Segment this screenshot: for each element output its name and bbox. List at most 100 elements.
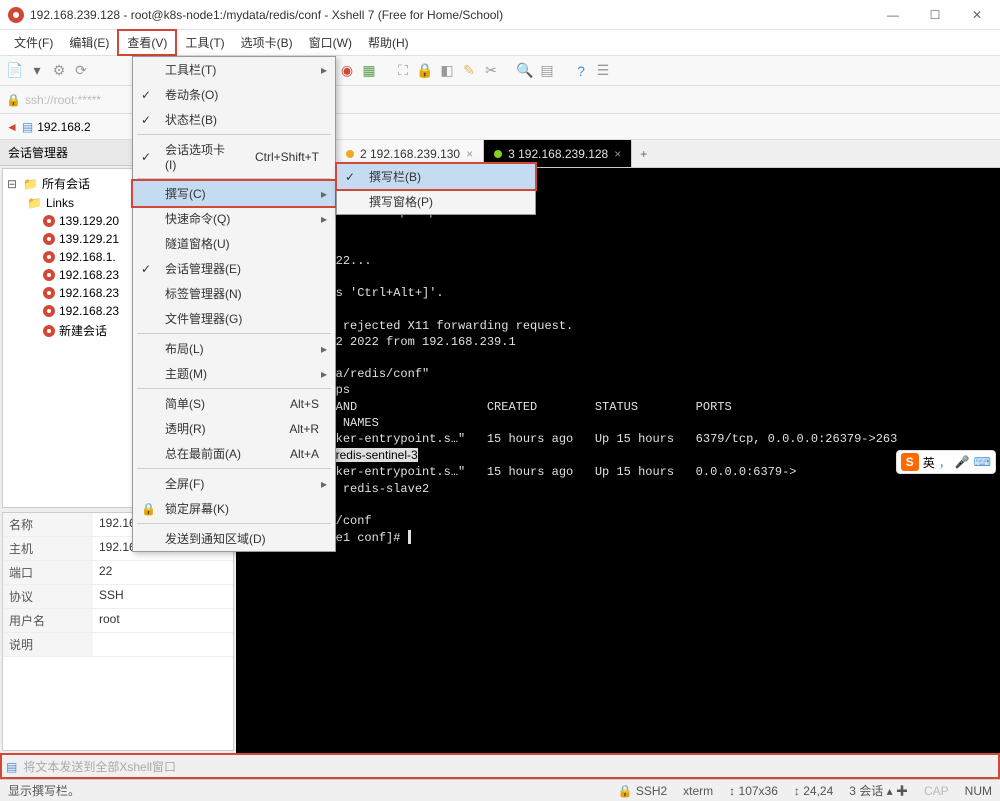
history-dropdown-icon[interactable]: ▤: [22, 120, 33, 134]
ime-keyboard-icon[interactable]: ⌨: [974, 455, 991, 469]
dropdown-label: 卷动条(O): [165, 86, 291, 103]
prop-label: 主机: [3, 537, 93, 560]
terminal-output[interactable]: ter, Inc. All rights reserved. arn how t…: [236, 168, 1000, 753]
dropdown-label: 会话选项卡(I): [165, 141, 227, 172]
menu-help[interactable]: 帮助(H): [360, 31, 417, 54]
ime-panel[interactable]: S 英 ， 🎤 ⌨: [896, 450, 996, 474]
dropdown-label: 会话管理器(E): [165, 260, 291, 277]
prop-value: SSH: [93, 585, 233, 608]
tab-label: 3 192.168.239.128: [508, 147, 608, 161]
help-icon[interactable]: ?: [572, 62, 590, 80]
menu-window[interactable]: 窗口(W): [301, 31, 360, 54]
status-num: NUM: [965, 784, 992, 798]
history-text[interactable]: 192.168.2: [37, 120, 90, 134]
tool-icon[interactable]: ⚙: [50, 62, 68, 80]
dropdown-item[interactable]: ✓ 状态栏(B): [133, 107, 335, 132]
dropdown-label: 锁定屏幕(K): [165, 500, 291, 517]
dropdown-label: 全屏(F): [165, 475, 285, 492]
tool-icon-5[interactable]: ⛶: [394, 62, 412, 80]
tool-icon-4[interactable]: ▦: [360, 62, 378, 80]
terminal-area: 2 192.168.239.130 × 3 192.168.239.128 × …: [236, 140, 1000, 753]
dropdown-item[interactable]: 快速命令(Q)▸: [133, 206, 335, 231]
status-left: 显示撰写栏。: [8, 782, 80, 799]
dropdown-item[interactable]: ✓会话管理器(E): [133, 256, 335, 281]
dropdown-label: 标签管理器(N): [165, 285, 291, 302]
addressbar-text[interactable]: ssh://root:*****: [25, 93, 101, 107]
prop-value: 22: [93, 561, 233, 584]
tree-root-label: 所有会话: [42, 175, 90, 192]
tool-icon-7[interactable]: ✎: [460, 62, 478, 80]
close-button[interactable]: ✕: [962, 5, 992, 25]
prop-row: 说明: [3, 633, 233, 657]
dropdown-item[interactable]: 发送到通知区域(D): [133, 526, 335, 551]
status-dot-icon: [494, 150, 502, 158]
dropdown-label: 状态栏(B): [165, 111, 291, 128]
tool-icon-6[interactable]: ◧: [438, 62, 456, 80]
history-back-icon[interactable]: ◄: [6, 120, 18, 134]
dropdown-label: 工具栏(T): [165, 61, 285, 78]
session-label: 192.168.23: [59, 268, 119, 282]
dropdown-item[interactable]: 标签管理器(N): [133, 281, 335, 306]
dropdown-item[interactable]: 透明(R)Alt+R: [133, 416, 335, 441]
dropdown-item[interactable]: 简单(S)Alt+S: [133, 391, 335, 416]
menu-tools[interactable]: 工具(T): [177, 31, 232, 54]
lock-icon[interactable]: 🔒: [416, 62, 434, 80]
session-icon: [43, 269, 55, 281]
session-label: 139.129.20: [59, 214, 119, 228]
menu-edit[interactable]: 编辑(E): [61, 31, 117, 54]
dropdown-item[interactable]: 总在最前面(A)Alt+A: [133, 441, 335, 466]
prop-label: 协议: [3, 585, 93, 608]
menubar: 文件(F) 编辑(E) 查看(V) 工具(T) 选项卡(B) 窗口(W) 帮助(…: [0, 30, 1000, 56]
dropdown-item[interactable]: ✓卷动条(O): [133, 82, 335, 107]
dropdown-label: 文件管理器(G): [165, 310, 291, 327]
submenu-arrow-icon: ▸: [321, 342, 327, 356]
titlebar: 192.168.239.128 - root@k8s-node1:/mydata…: [0, 0, 1000, 30]
tool-icon-2[interactable]: ⟳: [72, 62, 90, 80]
expand-icon[interactable]: ⊟: [7, 177, 19, 191]
check-icon: ✓: [141, 113, 157, 127]
tab-add-button[interactable]: +: [632, 140, 655, 167]
dropdown-item[interactable]: 工具栏(T)▸: [133, 57, 335, 82]
compose-bar[interactable]: ▤ 将文本发送到全部Xshell窗口: [0, 753, 1000, 779]
submenu-item[interactable]: ✓撰写栏(B): [335, 162, 537, 191]
search-icon[interactable]: 🔍: [516, 62, 534, 80]
tab-close-icon[interactable]: ×: [614, 147, 621, 161]
maximize-button[interactable]: ☐: [920, 5, 950, 25]
new-icon[interactable]: 📄: [6, 62, 24, 80]
check-icon: ✓: [345, 170, 361, 184]
status-sessions: 3 会话 ▴ ✚: [849, 782, 908, 799]
menu-tabs[interactable]: 选项卡(B): [233, 31, 301, 54]
prop-label: 端口: [3, 561, 93, 584]
menu-file[interactable]: 文件(F): [6, 31, 61, 54]
dropdown-icon[interactable]: ▾: [28, 62, 46, 80]
tool-icon-3[interactable]: ◉: [338, 62, 356, 80]
dropdown-item[interactable]: 隧道窗格(U): [133, 231, 335, 256]
prop-label: 说明: [3, 633, 93, 656]
tool-icon-9[interactable]: ▤: [538, 62, 556, 80]
minimize-button[interactable]: —: [878, 5, 908, 25]
menu-view[interactable]: 查看(V): [117, 29, 177, 56]
dropdown-label: 快速命令(Q): [165, 210, 285, 227]
submenu-item[interactable]: 撰写窗格(P): [337, 189, 535, 214]
submenu-arrow-icon: ▸: [321, 187, 327, 201]
status-term: xterm: [683, 784, 713, 798]
ime-punct-icon[interactable]: ，: [939, 454, 951, 471]
session-label: 192.168.23: [59, 304, 119, 318]
tab-close-icon[interactable]: ×: [466, 147, 473, 161]
tool-icon-8[interactable]: ✂: [482, 62, 500, 80]
dropdown-shortcut: Alt+R: [289, 422, 319, 436]
session-icon: [43, 305, 55, 317]
dropdown-item[interactable]: 撰写(C)▸: [131, 179, 337, 208]
dropdown-item[interactable]: 🔒锁定屏幕(K): [133, 496, 335, 521]
tab-label: 2 192.168.239.130: [360, 147, 460, 161]
submenu-arrow-icon: ▸: [321, 367, 327, 381]
tool-icon-10[interactable]: ☰: [594, 62, 612, 80]
dropdown-item[interactable]: 主题(M)▸: [133, 361, 335, 386]
dropdown-item[interactable]: 文件管理器(G): [133, 306, 335, 331]
dropdown-shortcut: Alt+A: [290, 447, 319, 461]
dropdown-item[interactable]: 全屏(F)▸: [133, 471, 335, 496]
ime-mic-icon[interactable]: 🎤: [955, 455, 970, 469]
dropdown-item[interactable]: ✓会话选项卡(I)Ctrl+Shift+T: [133, 137, 335, 176]
dropdown-item[interactable]: 布局(L)▸: [133, 336, 335, 361]
dropdown-shortcut: Ctrl+Shift+T: [255, 150, 319, 164]
